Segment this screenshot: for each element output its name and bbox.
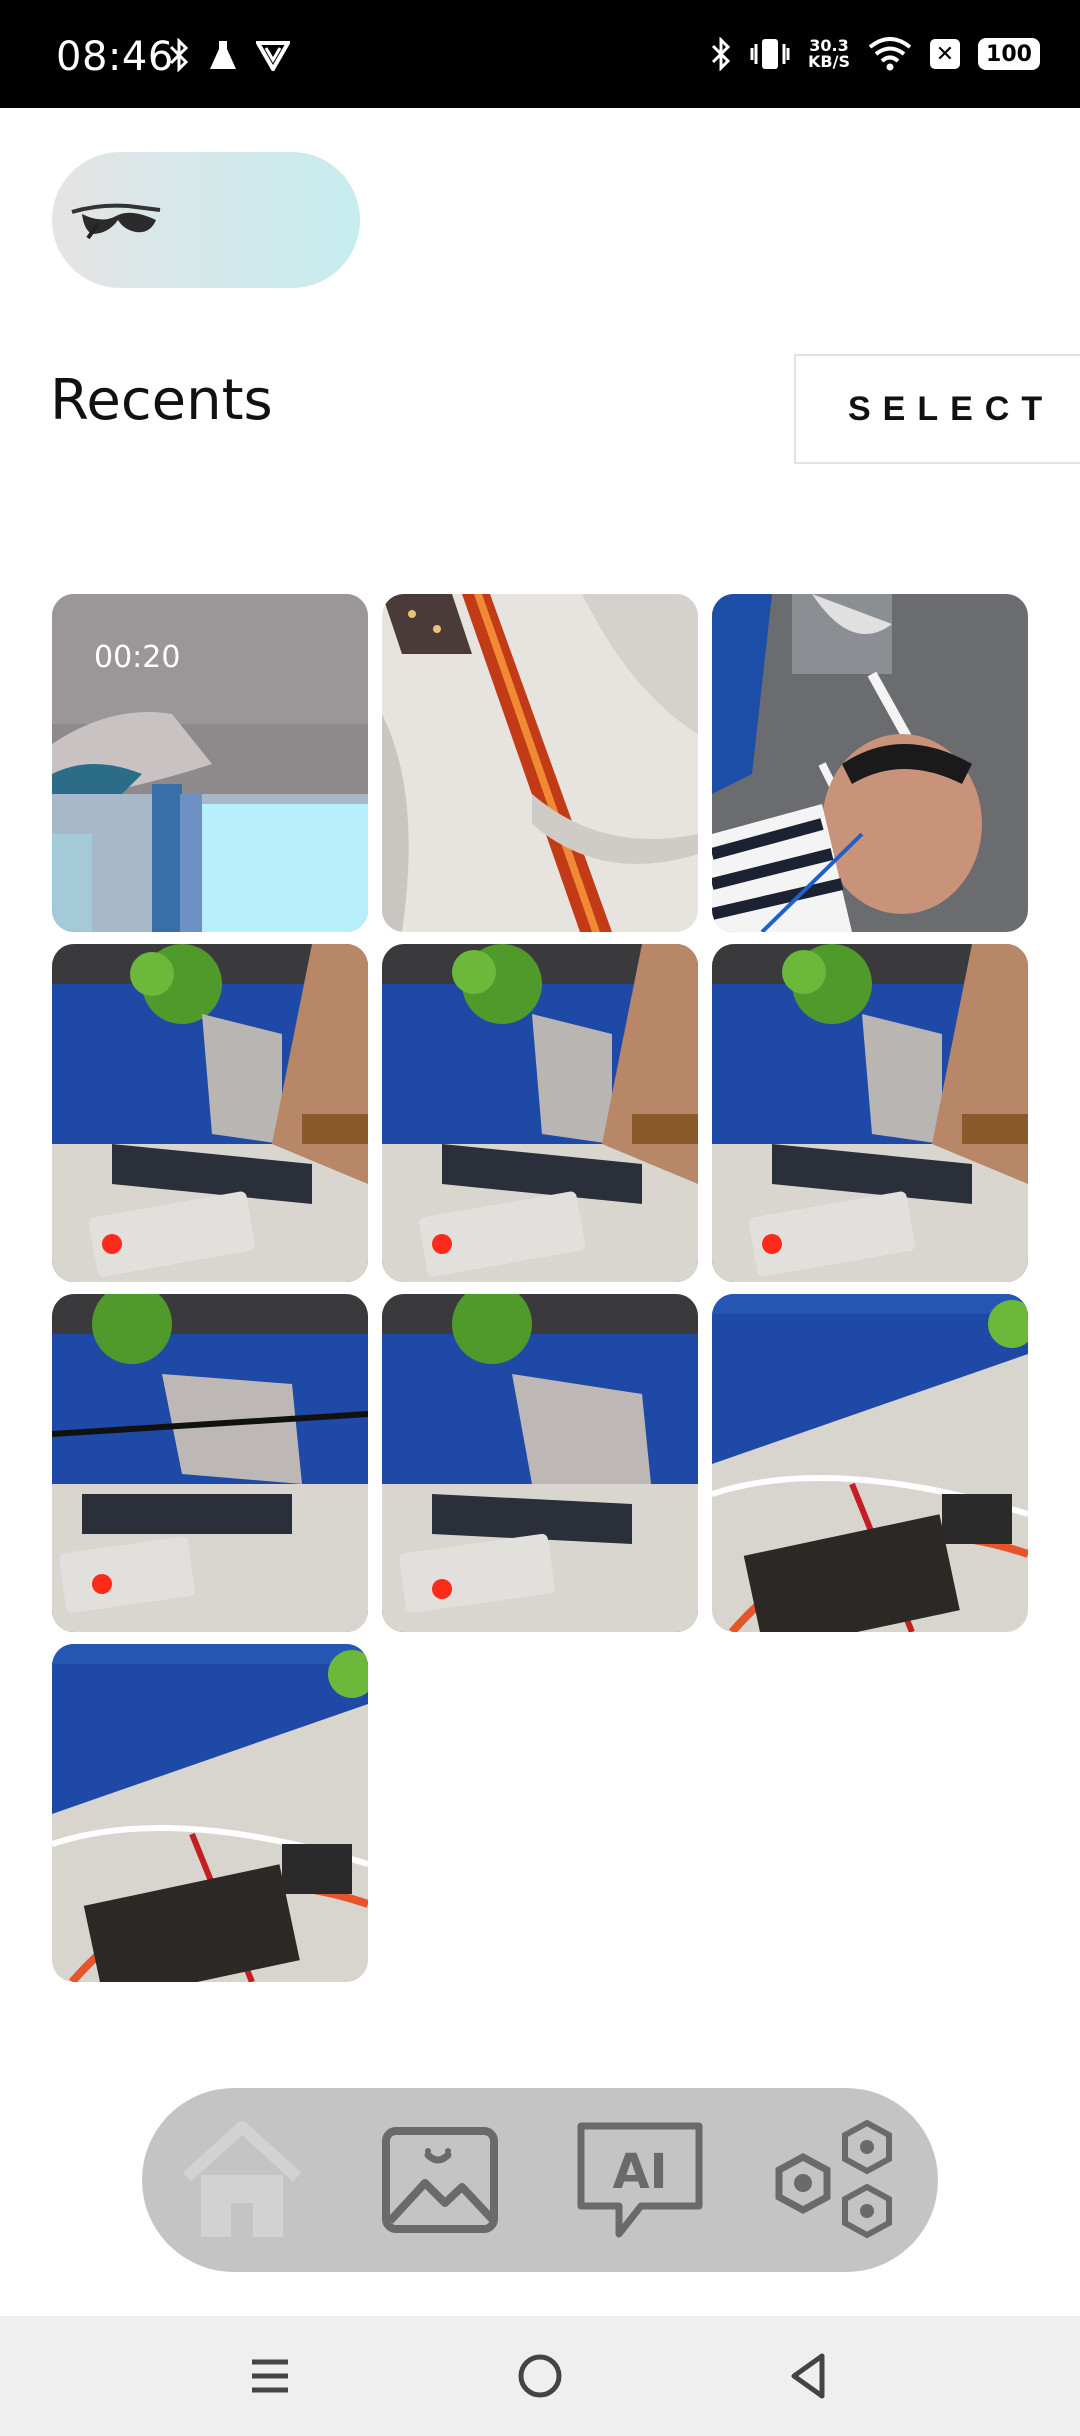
flask-icon: [210, 41, 236, 69]
gallery-thumbnail[interactable]: [382, 1294, 698, 1632]
gallery-thumbnail[interactable]: [712, 1294, 1028, 1632]
photo-thumbnail-image: [52, 1644, 368, 1982]
video-duration: 00:20: [94, 640, 181, 675]
battery-icon: 100: [978, 38, 1040, 70]
back-button[interactable]: [778, 2346, 838, 2406]
apps-hexagon-icon: [775, 2119, 892, 2239]
glasses-icon: [71, 203, 161, 240]
wifi-icon: [868, 37, 912, 71]
ai-chat-icon: AI: [577, 2122, 703, 2238]
close-box-icon: ✕: [930, 39, 960, 69]
gallery-thumbnail[interactable]: [382, 594, 698, 932]
home-circle-icon: [518, 2354, 562, 2398]
home-icon: [182, 2121, 302, 2237]
photo-thumbnail-image: [382, 1294, 698, 1632]
vibrate-icon: [750, 39, 790, 69]
gallery-thumbnail[interactable]: [382, 944, 698, 1282]
back-icon: [791, 2353, 825, 2399]
status-bar: 08:46 30.3 KB/S ✕ 100: [0, 0, 1080, 108]
status-time: 08:46: [56, 34, 174, 80]
nav-home[interactable]: [172, 2110, 312, 2250]
photo-thumbnail-image: [382, 594, 698, 932]
nav-apps[interactable]: [766, 2110, 906, 2250]
system-navigation-bar: [0, 2316, 1080, 2436]
photo-thumbnail-image: [712, 594, 1028, 932]
gallery-thumbnail[interactable]: [712, 594, 1028, 932]
gallery-thumbnail[interactable]: [52, 1294, 368, 1632]
system-home-button[interactable]: [510, 2346, 570, 2406]
recent-apps-button[interactable]: [240, 2346, 300, 2406]
vpn-icon: [256, 41, 290, 71]
nav-ai[interactable]: AI: [570, 2110, 710, 2250]
bottom-navigation: AI: [142, 2088, 938, 2272]
bluetooth-icon: [711, 37, 731, 71]
svg-text:AI: AI: [612, 2144, 667, 2200]
photo-thumbnail-image: [382, 944, 698, 1282]
gallery-icon: [382, 2127, 498, 2233]
photo-thumbnail-image: [712, 944, 1028, 1282]
page-title: Recents: [50, 368, 273, 433]
select-button[interactable]: SELECT: [794, 354, 1080, 464]
gallery-thumbnail[interactable]: [52, 944, 368, 1282]
photo-thumbnail-image: [52, 944, 368, 1282]
device-selector[interactable]: [52, 152, 360, 288]
menu-icon: [252, 2359, 288, 2393]
gallery-thumbnail[interactable]: [52, 1644, 368, 1982]
nav-gallery[interactable]: [370, 2110, 510, 2250]
photo-thumbnail-image: [712, 1294, 1028, 1632]
gallery-thumbnail[interactable]: [712, 944, 1028, 1282]
photo-thumbnail-image: [52, 1294, 368, 1632]
network-speed: 30.3 KB/S: [808, 36, 850, 71]
bluetooth-icon: [169, 38, 189, 72]
gallery-thumbnail-video[interactable]: 00:20: [52, 594, 368, 932]
